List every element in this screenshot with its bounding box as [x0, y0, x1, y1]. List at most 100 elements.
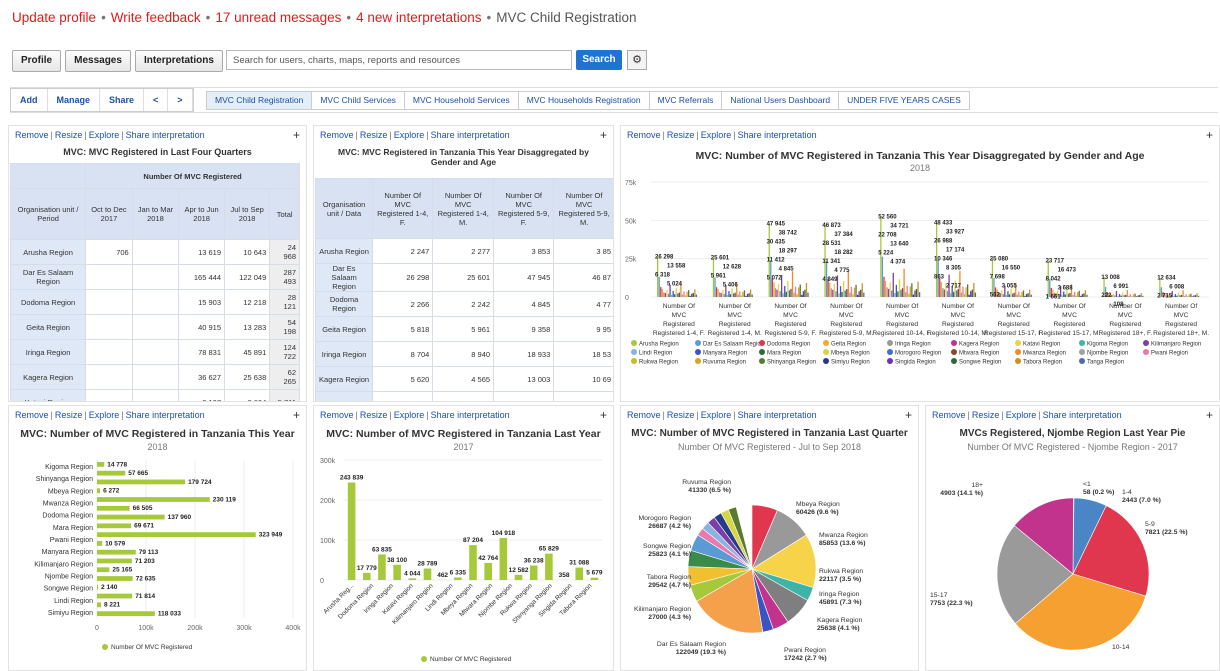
bar — [691, 294, 692, 297]
data-label: 31 088 — [569, 560, 589, 567]
tab-mvc-child-registration[interactable]: MVC Child Registration — [206, 91, 312, 110]
tab-mvc-households-registration[interactable]: MVC Households Registration — [519, 91, 650, 110]
share-button[interactable]: Share — [100, 89, 144, 111]
bar — [97, 585, 98, 590]
resize-link[interactable]: Resize — [972, 410, 1000, 420]
top-links: Update profile•Write feedback•17 unread … — [12, 10, 637, 25]
remove-link[interactable]: Remove — [627, 410, 661, 420]
search-input[interactable]: Search for users, charts, maps, reports … — [226, 50, 572, 70]
share-interpretation-link[interactable]: Share interpretation — [431, 410, 510, 420]
share-interpretation-link[interactable]: Share interpretation — [126, 130, 205, 140]
y-tick-label: Mwanza Region — [43, 501, 93, 508]
explore-link[interactable]: Explore — [394, 130, 425, 140]
resize-link[interactable]: Resize — [667, 410, 695, 420]
legend-swatch — [102, 644, 108, 650]
column-header[interactable]: Number Of MVC Registered 1-4, F. — [373, 179, 433, 239]
column-header[interactable]: Number Of MVC Registered 5-9, F. — [494, 179, 554, 239]
resize-link[interactable]: Resize — [360, 130, 388, 140]
update-profile-link[interactable]: Update profile — [12, 10, 96, 25]
search-button[interactable]: Search — [576, 50, 622, 70]
explore-link[interactable]: Explore — [394, 410, 425, 420]
add-button[interactable]: Add — [11, 89, 48, 111]
tab-mvc-household-services[interactable]: MVC Household Services — [405, 91, 519, 110]
tab-under-five-years-cases[interactable]: UNDER FIVE YEARS CASES — [839, 91, 970, 110]
bar — [854, 288, 855, 297]
interpretations-button[interactable]: Interpretations — [135, 50, 223, 72]
resize-link[interactable]: Resize — [360, 410, 388, 420]
slice-label: <1 — [1083, 481, 1091, 488]
explore-link[interactable]: Explore — [89, 130, 120, 140]
remove-link[interactable]: Remove — [627, 130, 661, 140]
plus-icon[interactable]: + — [293, 408, 300, 422]
bar — [733, 293, 734, 297]
legend-swatch — [1079, 340, 1085, 346]
tab-mvc-referrals[interactable]: MVC Referrals — [650, 91, 723, 110]
explore-link[interactable]: Explore — [701, 130, 732, 140]
profile-button[interactable]: Profile — [12, 50, 61, 72]
tab-mvc-child-services[interactable]: MVC Child Services — [312, 91, 405, 110]
table-cell — [132, 315, 179, 340]
slice-value: 25638 (4.1 %) — [817, 625, 860, 632]
column-header[interactable]: Jul to Sep 2018 — [225, 189, 270, 240]
share-interpretation-link[interactable]: Share interpretation — [1043, 410, 1122, 420]
column-header[interactable]: Number Of MVC Registered 5-9, M. — [554, 179, 614, 239]
bar — [970, 291, 971, 297]
remove-link[interactable]: Remove — [15, 130, 49, 140]
column-header[interactable]: Oct to Dec 2017 — [86, 189, 133, 240]
data-label: 63 835 — [372, 546, 392, 553]
bar — [1142, 296, 1143, 297]
resize-link[interactable]: Resize — [55, 410, 83, 420]
resize-link[interactable]: Resize — [55, 130, 83, 140]
x-tick-label: Registered — [719, 321, 751, 328]
bar — [1192, 296, 1193, 297]
manage-button[interactable]: Manage — [48, 89, 101, 111]
bar — [914, 291, 915, 297]
y-tick-label: Njombe Region — [45, 573, 93, 580]
new-interpretations-link[interactable]: 4 new interpretations — [356, 10, 481, 25]
share-interpretation-link[interactable]: Share interpretation — [126, 410, 205, 420]
bar — [454, 577, 462, 580]
write-feedback-link[interactable]: Write feedback — [111, 10, 201, 25]
x-tick-label: Number Of — [942, 303, 974, 310]
bar — [1027, 293, 1028, 297]
column-header[interactable]: Total — [270, 189, 300, 240]
row-header: Arusha Region — [11, 240, 86, 265]
plus-icon[interactable]: + — [600, 408, 607, 422]
plus-icon[interactable]: + — [905, 408, 912, 422]
remove-link[interactable]: Remove — [320, 130, 354, 140]
bar — [776, 290, 777, 297]
data-label: 33 927 — [946, 230, 965, 236]
explore-link[interactable]: Explore — [89, 410, 120, 420]
tab-national-users-dashboard[interactable]: National Users Dashboard — [722, 91, 839, 110]
plus-icon[interactable]: + — [1206, 408, 1213, 422]
remove-link[interactable]: Remove — [320, 410, 354, 420]
plus-icon[interactable]: + — [600, 128, 607, 142]
column-header[interactable]: Apr to Jun 2018 — [179, 189, 225, 240]
plus-icon[interactable]: + — [1206, 128, 1213, 142]
remove-link[interactable]: Remove — [932, 410, 966, 420]
table-cell — [132, 290, 179, 315]
gear-icon[interactable]: ⚙ — [627, 50, 647, 70]
panel-tools: Remove|Resize|Explore|Share interpretati… — [15, 130, 205, 140]
resize-link[interactable]: Resize — [667, 130, 695, 140]
x-tick-label: Number Of — [830, 303, 862, 310]
remove-link[interactable]: Remove — [15, 410, 49, 420]
bar — [885, 281, 886, 297]
data-label: 22 708 — [878, 232, 897, 238]
explore-link[interactable]: Explore — [1006, 410, 1037, 420]
share-interpretation-link[interactable]: Share interpretation — [738, 410, 817, 420]
table-cell: 25 638 — [225, 365, 270, 390]
plus-icon[interactable]: + — [293, 128, 300, 142]
table-cell — [86, 290, 133, 315]
unread-messages-link[interactable]: 17 unread messages — [215, 10, 341, 25]
table-cell — [86, 390, 133, 403]
explore-link[interactable]: Explore — [701, 410, 732, 420]
share-interpretation-link[interactable]: Share interpretation — [738, 130, 817, 140]
messages-button[interactable]: Messages — [65, 50, 131, 72]
share-interpretation-link[interactable]: Share interpretation — [431, 130, 510, 140]
column-header[interactable]: Number Of MVC Registered 1-4, M. — [433, 179, 494, 239]
column-header[interactable]: Jan to Mar 2018 — [132, 189, 179, 240]
previous-button[interactable]: < — [144, 89, 168, 111]
next-button[interactable]: > — [168, 89, 192, 111]
table-row: Iringa Region78 83145 891124 722 — [11, 340, 300, 365]
